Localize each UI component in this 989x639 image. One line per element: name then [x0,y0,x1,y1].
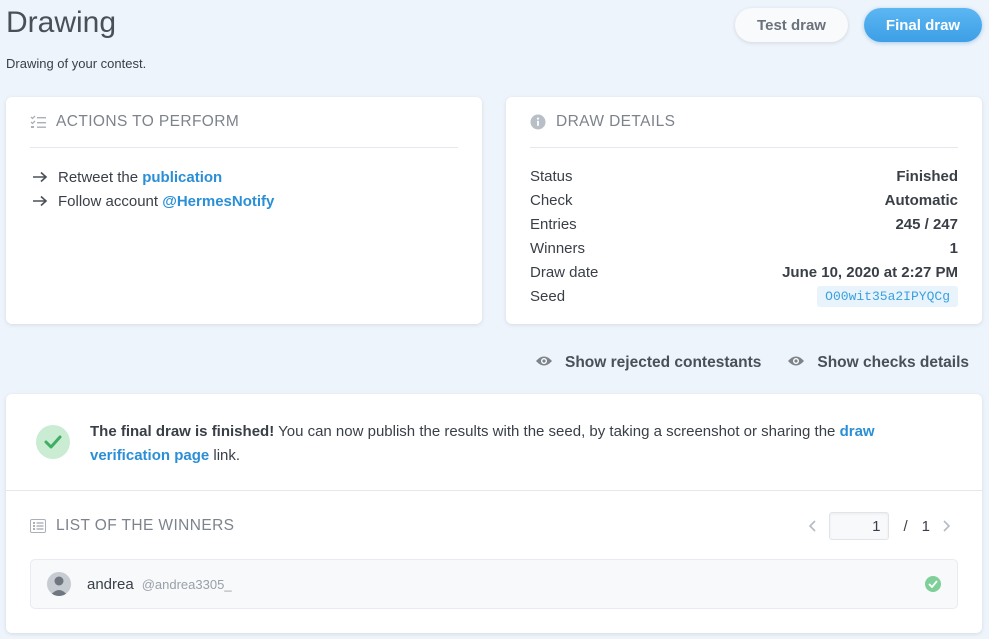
notice-suffix: link. [209,447,241,464]
show-rejected-toggle[interactable]: Show rejected contestants [535,354,761,372]
details-table: Status Finished Check Automatic Entries … [530,164,958,308]
checklist-icon [30,114,46,130]
arrow-right-icon [32,171,48,183]
winners-title: List of the winners [56,517,235,534]
action-text: Follow account [58,192,163,210]
draw-details-card: Draw details Status Finished Check Autom… [506,97,982,324]
eye-icon [535,354,553,372]
account-link[interactable]: @HermesNotify [162,193,274,210]
seed-value: O00wit35a2IPYQCg [817,285,958,307]
final-draw-notice: The final draw is finished! You can now … [36,420,942,468]
toggle-row: Show rejected contestants Show checks de… [535,354,969,372]
eye-icon [787,354,805,372]
page-input[interactable] [829,512,890,540]
list-icon [30,518,46,534]
info-icon [530,114,546,130]
detail-row-check: Check Automatic [530,188,958,212]
action-text: Retweet the [58,168,143,186]
winners-title-group: List of the winners [30,517,234,535]
page-subtitle: Drawing of your contest. [6,56,147,71]
entries-value: 245 / 247 [895,215,958,233]
detail-row-seed: Seed O00wit35a2IPYQCg [530,284,958,308]
show-checks-label: Show checks details [817,354,969,371]
draw-details-header: Draw details [530,97,958,148]
result-card: The final draw is finished! You can now … [6,394,982,633]
actions-card: Actions to perform Retweet the publicati… [6,97,482,324]
detail-row-winners: Winners 1 [530,236,958,260]
notice-text: The final draw is finished! You can now … [90,420,942,468]
winners-value: 1 [949,239,958,257]
notice-body: You can now publish the results with the… [274,423,840,440]
draw-date-value: June 10, 2020 at 2:27 PM [782,263,958,281]
detail-label: Winners [530,239,586,257]
action-list: Retweet the publication Follow account @… [32,165,274,213]
actions-card-title: Actions to perform [56,113,240,130]
actions-card-header: Actions to perform [30,97,458,148]
winner-handle: @andrea3305_ [141,576,232,592]
detail-label: Entries [530,215,577,233]
detail-label: Seed [530,287,566,305]
chevron-right-icon[interactable] [936,520,958,532]
check-value: Automatic [884,191,958,209]
winner-name: andrea [87,575,134,593]
page-separator: / [903,517,908,535]
chevron-left-icon[interactable] [801,520,823,532]
action-item-retweet: Retweet the publication [32,165,274,189]
notice-bold: The final draw is finished! [90,423,275,440]
winners-header: List of the winners / 1 [30,511,958,541]
arrow-right-icon [32,195,48,207]
page-total: 1 [921,517,930,535]
detail-label: Check [530,191,573,209]
page-title: Drawing [6,6,117,39]
detail-row-entries: Entries 245 / 247 [530,212,958,236]
action-item-follow: Follow account @HermesNotify [32,189,274,213]
detail-label: Draw date [530,263,599,281]
divider [6,490,982,491]
detail-row-status: Status Finished [530,164,958,188]
success-check-icon [36,425,70,459]
detail-label: Status [530,167,573,185]
status-value: Finished [896,167,958,185]
detail-row-draw-date: Draw date June 10, 2020 at 2:27 PM [530,260,958,284]
final-draw-button[interactable]: Final draw [864,8,982,42]
list-item[interactable]: andrea @andrea3305_ [30,559,958,609]
show-checks-toggle[interactable]: Show checks details [787,354,969,372]
show-rejected-label: Show rejected contestants [564,354,762,371]
pagination: / 1 [801,512,958,540]
verified-check-icon [925,576,941,592]
draw-details-title: Draw details [556,113,676,130]
avatar [47,572,71,596]
publication-link[interactable]: publication [142,169,222,186]
test-draw-button[interactable]: Test draw [735,8,848,42]
